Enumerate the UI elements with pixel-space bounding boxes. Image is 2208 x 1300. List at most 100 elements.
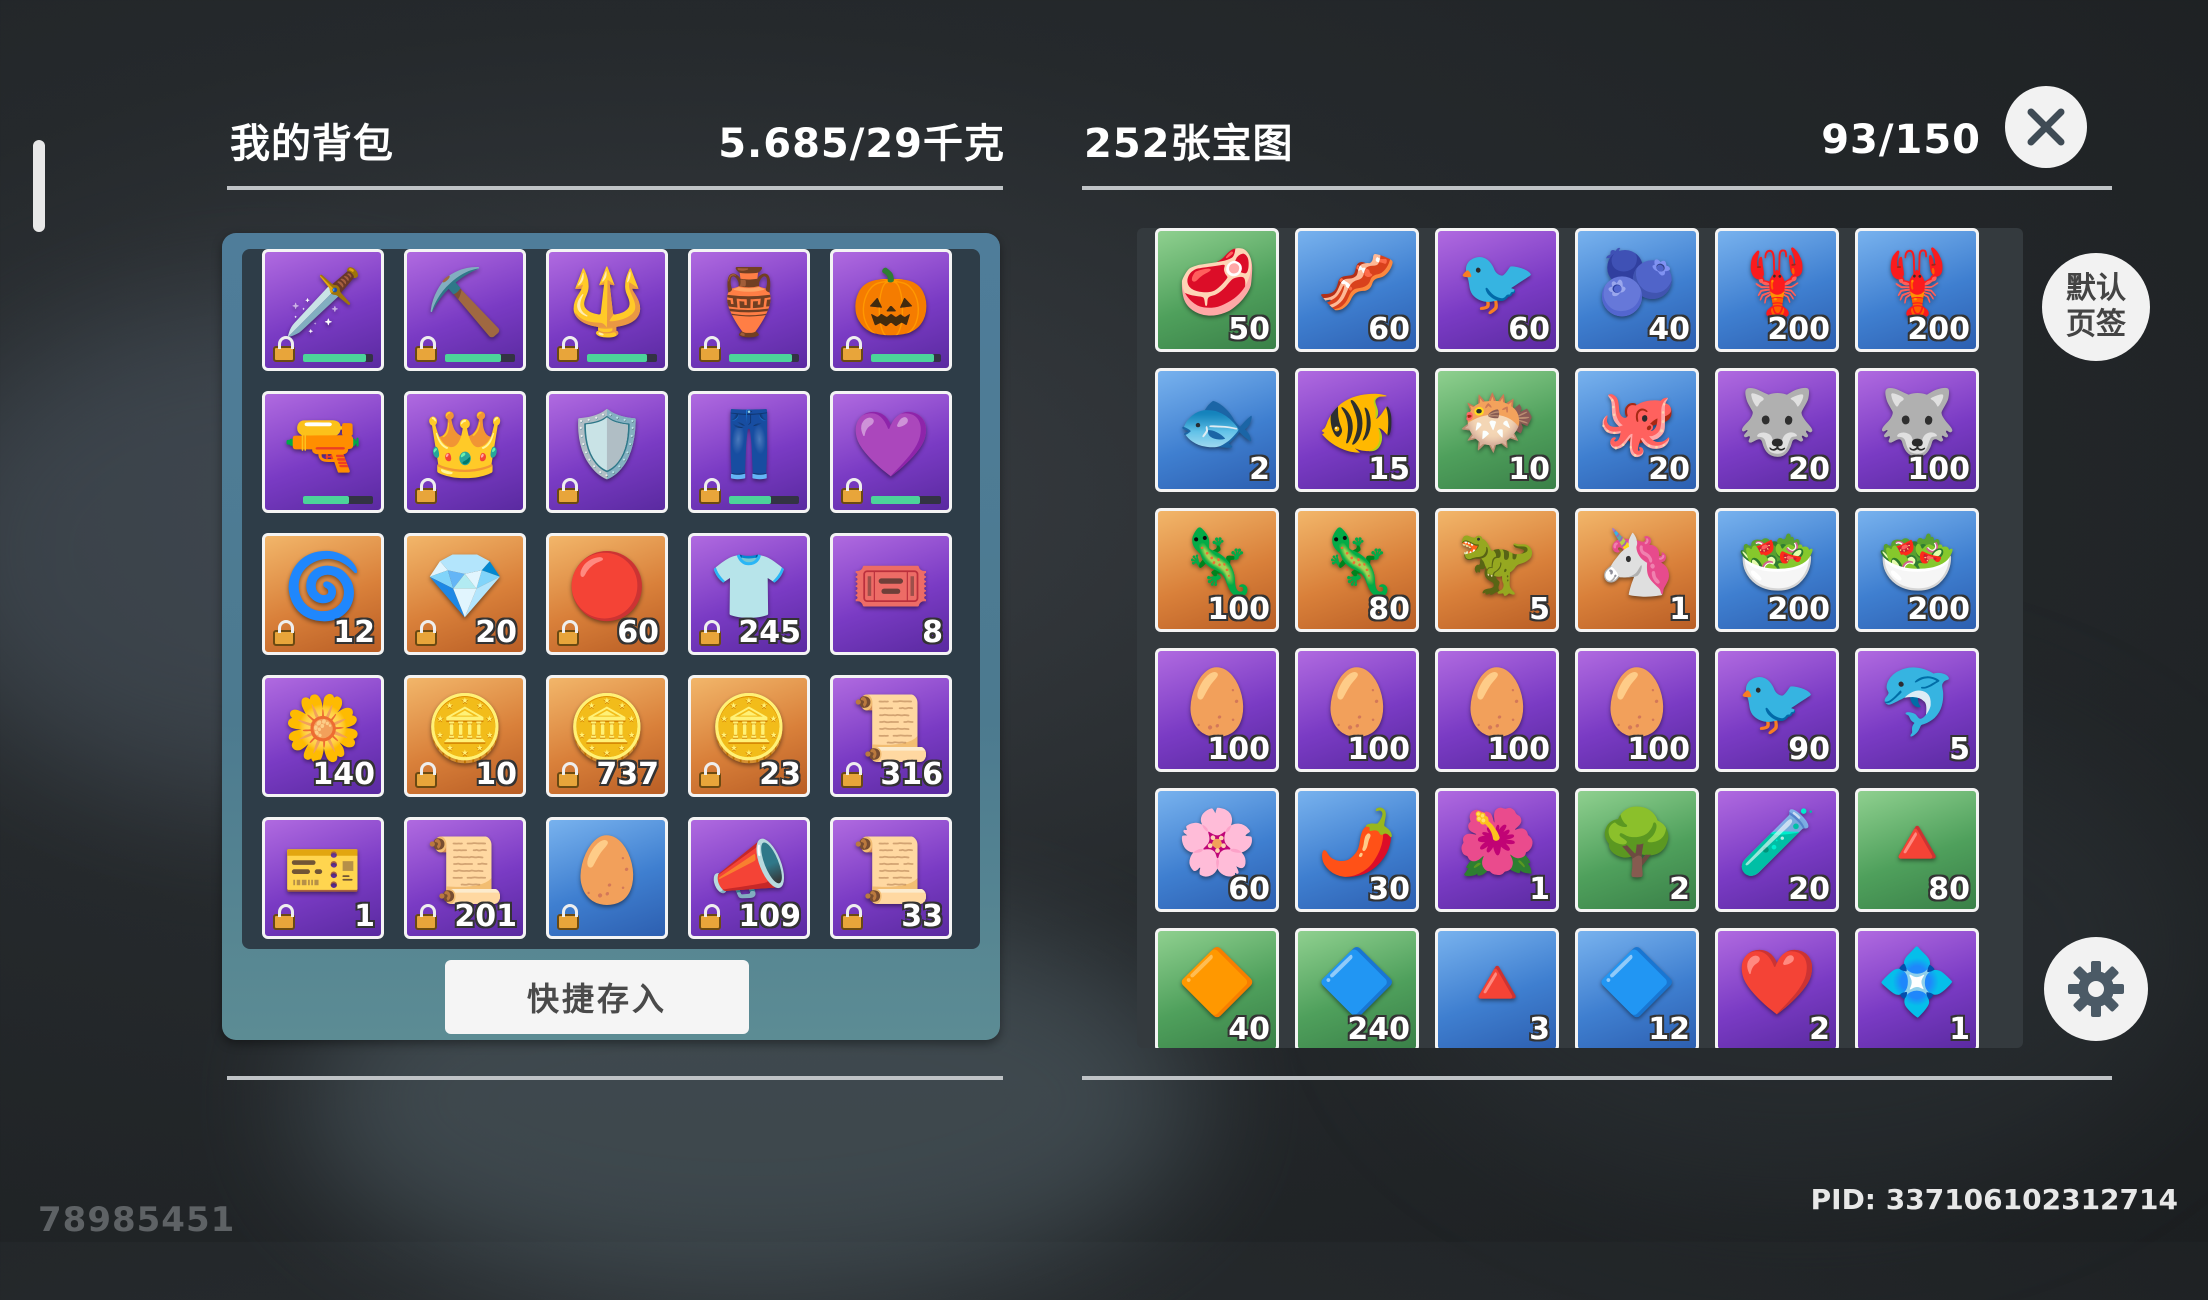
storage-slot[interactable]: 🦎 80 bbox=[1295, 508, 1419, 632]
backpack-slot[interactable]: 👕 245 bbox=[688, 533, 810, 655]
storage-slot[interactable]: 🔶 40 bbox=[1155, 928, 1279, 1048]
lock-icon bbox=[699, 336, 721, 362]
storage-slot[interactable]: 🥓 60 bbox=[1295, 228, 1419, 352]
storage-slot[interactable]: 🐬 5 bbox=[1855, 648, 1979, 772]
storage-slot[interactable]: 🦖 5 bbox=[1435, 508, 1559, 632]
wanted-poster-icon: 📜 bbox=[851, 692, 931, 767]
backpack-slot[interactable]: 📜 201 bbox=[404, 817, 526, 939]
storage-slot[interactable]: 🔷 240 bbox=[1295, 928, 1419, 1048]
lizard-feed-icon: 🦎 bbox=[1317, 525, 1397, 600]
storage-slot[interactable]: 🦎 100 bbox=[1155, 508, 1279, 632]
storage-slot[interactable]: 🐦 60 bbox=[1435, 228, 1559, 352]
backpack-slot[interactable]: 🔴 60 bbox=[546, 533, 668, 655]
item-count: 2 bbox=[1669, 872, 1690, 907]
storage-slot[interactable]: 🐺 100 bbox=[1855, 368, 1979, 492]
backpack-slot[interactable]: 👖 bbox=[688, 391, 810, 513]
storage-panel[interactable]: 🥩 50 🥓 60 🐦 60 🫐 40 🦞 200 🦞 200 🐟 2 🐠 15 🐡 10 🐙 20 🐺 20 🐺 100 🦎 1… bbox=[1137, 228, 2023, 1048]
durability-bar bbox=[587, 354, 657, 362]
storage-slot[interactable]: 🥗 200 bbox=[1855, 508, 1979, 632]
storage-slot[interactable]: 🐠 15 bbox=[1295, 368, 1419, 492]
storage-slot[interactable]: 🐺 20 bbox=[1715, 368, 1839, 492]
storage-slot[interactable]: 🔺 80 bbox=[1855, 788, 1979, 912]
backpack-slot[interactable]: 🎫 1 bbox=[262, 817, 384, 939]
backpack-slot[interactable]: 🏺 bbox=[688, 249, 810, 371]
trident-icon: 🔱 bbox=[567, 266, 647, 341]
golden-egg-icon: 🥚 bbox=[1317, 665, 1397, 740]
storage-slot[interactable]: 🔷 12 bbox=[1575, 928, 1699, 1048]
ruby-cluster-icon: 🔺 bbox=[1457, 945, 1537, 1020]
wing-coin-icon: 🪙 bbox=[709, 692, 789, 767]
storage-slot[interactable]: 🧪 20 bbox=[1715, 788, 1839, 912]
backpack-slot[interactable]: ⛏️ bbox=[404, 249, 526, 371]
storage-slot[interactable]: 🦞 200 bbox=[1715, 228, 1839, 352]
backpack-slot[interactable]: 🪙 10 bbox=[404, 675, 526, 797]
backpack-slot[interactable]: 🛡️ bbox=[546, 391, 668, 513]
close-button[interactable] bbox=[2005, 86, 2087, 168]
lock-icon bbox=[699, 478, 721, 504]
backpack-slot[interactable]: 🔫 bbox=[262, 391, 384, 513]
backpack-grid-container[interactable]: 🗡️ ⛏️ 🔱 🏺 🎃 🔫 👑 🛡️ 👖 💜 🌀 12 💎 20 🔴 60 👕 245 🎟️ 8 🌼 140 🪙 10 🪙 737… bbox=[242, 249, 980, 949]
storage-slot[interactable]: 🦄 1 bbox=[1575, 508, 1699, 632]
backpack-slot[interactable]: 🎃 bbox=[830, 249, 952, 371]
default-tab-button[interactable]: 默认页签 bbox=[2042, 253, 2150, 361]
item-count: 8 bbox=[922, 615, 943, 650]
quick-store-button[interactable]: 快捷存入 bbox=[445, 960, 749, 1034]
storage-slot[interactable]: 🐙 20 bbox=[1575, 368, 1699, 492]
storage-slot[interactable]: 🥩 50 bbox=[1155, 228, 1279, 352]
backpack-slot[interactable]: 🌼 140 bbox=[262, 675, 384, 797]
storage-slot[interactable]: 🥚 100 bbox=[1575, 648, 1699, 772]
item-count: 12 bbox=[333, 615, 375, 650]
storage-slot[interactable]: 🐡 10 bbox=[1435, 368, 1559, 492]
storage-slot[interactable]: 🌸 60 bbox=[1155, 788, 1279, 912]
durability-bar bbox=[445, 354, 515, 362]
backpack-slot[interactable]: 💜 bbox=[830, 391, 952, 513]
backpack-slot[interactable]: 🌀 12 bbox=[262, 533, 384, 655]
backpack-slot[interactable]: 🥚 bbox=[546, 817, 668, 939]
storage-slot[interactable]: ❤️ 2 bbox=[1715, 928, 1839, 1048]
storage-slot[interactable]: 🥚 100 bbox=[1295, 648, 1419, 772]
pumpkin-staff-icon: 🎃 bbox=[851, 266, 931, 341]
storage-slot[interactable]: 🦞 200 bbox=[1855, 228, 1979, 352]
storage-slot[interactable]: 🥚 100 bbox=[1155, 648, 1279, 772]
item-count: 100 bbox=[1347, 732, 1410, 767]
lock-icon bbox=[273, 620, 295, 646]
storage-slot[interactable]: 🔺 3 bbox=[1435, 928, 1559, 1048]
storage-slot[interactable]: 🥗 200 bbox=[1715, 508, 1839, 632]
durability-bar bbox=[871, 354, 941, 362]
wolf-feed-icon: 🐺 bbox=[1877, 385, 1957, 460]
item-count: 109 bbox=[738, 899, 801, 934]
backpack-slot[interactable]: 📜 33 bbox=[830, 817, 952, 939]
storage-slot[interactable]: 💠 1 bbox=[1855, 928, 1979, 1048]
bow-coin-icon: 🪙 bbox=[425, 692, 505, 767]
scroll-handle[interactable] bbox=[33, 140, 45, 232]
backpack-slot[interactable]: 📜 316 bbox=[830, 675, 952, 797]
settings-button[interactable] bbox=[2044, 937, 2148, 1041]
gold-ore-icon: 🔶 bbox=[1177, 945, 1257, 1020]
arowana-icon: 🐠 bbox=[1317, 385, 1397, 460]
red-ore-icon: 🔺 bbox=[1877, 805, 1957, 880]
backpack-slot[interactable]: 🎟️ 8 bbox=[830, 533, 952, 655]
item-count: 20 bbox=[475, 615, 517, 650]
armor-icon: 🛡️ bbox=[567, 408, 647, 483]
storage-slot[interactable]: 🐟 2 bbox=[1155, 368, 1279, 492]
storage-slot[interactable]: 🌳 2 bbox=[1575, 788, 1699, 912]
backpack-slot[interactable]: 🪙 737 bbox=[546, 675, 668, 797]
storage-slot[interactable]: 🌶️ 30 bbox=[1295, 788, 1419, 912]
backpack-slot[interactable]: 🪙 23 bbox=[688, 675, 810, 797]
storage-slot[interactable]: 🥚 100 bbox=[1435, 648, 1559, 772]
lock-icon bbox=[699, 904, 721, 930]
item-count: 200 bbox=[1907, 312, 1970, 347]
storage-slot[interactable]: 🌺 1 bbox=[1435, 788, 1559, 912]
item-count: 100 bbox=[1907, 452, 1970, 487]
backpack-slot[interactable]: 📣 109 bbox=[688, 817, 810, 939]
bottom-divider bbox=[1082, 1076, 2112, 1080]
lock-icon bbox=[841, 762, 863, 788]
backpack-slot[interactable]: 💎 20 bbox=[404, 533, 526, 655]
item-count: 200 bbox=[1767, 312, 1830, 347]
backpack-slot[interactable]: 🔱 bbox=[546, 249, 668, 371]
storage-slot[interactable]: 🫐 40 bbox=[1575, 228, 1699, 352]
backpack-slot[interactable]: 👑 bbox=[404, 391, 526, 513]
backpack-slot[interactable]: 🗡️ bbox=[262, 249, 384, 371]
storage-slot[interactable]: 🐦 90 bbox=[1715, 648, 1839, 772]
lock-icon bbox=[415, 336, 437, 362]
